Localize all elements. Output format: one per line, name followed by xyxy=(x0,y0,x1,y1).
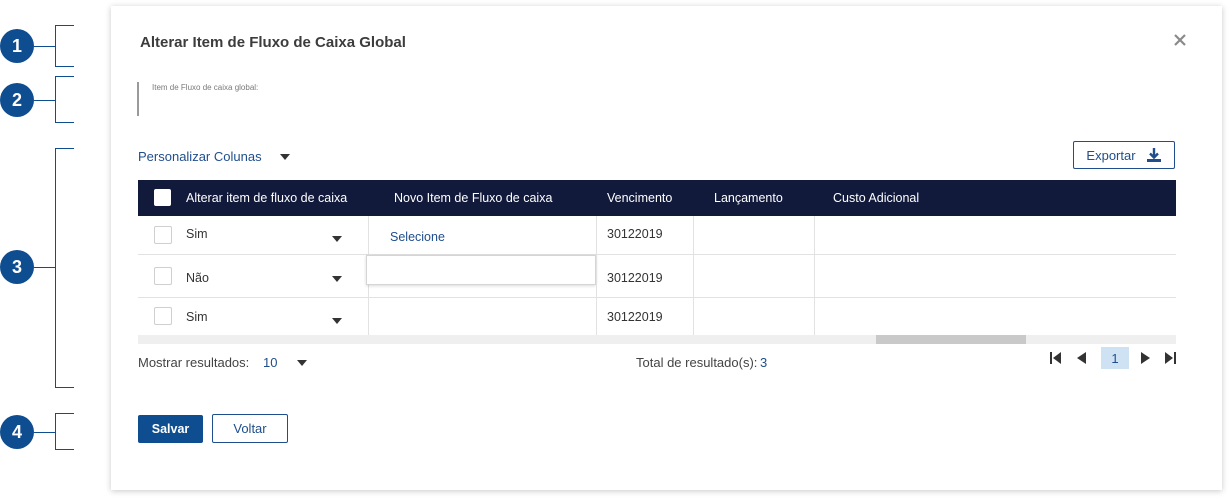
chevron-down-icon[interactable] xyxy=(332,276,342,282)
show-results-select[interactable]: 10 xyxy=(263,355,277,370)
annotation-bracket xyxy=(55,76,74,123)
scrollbar-thumb[interactable] xyxy=(876,335,1026,344)
data-table: Alterar item de fluxo de caixa Novo Item… xyxy=(138,180,1176,344)
select-all-checkbox[interactable] xyxy=(154,189,171,206)
annotation-connector xyxy=(34,100,55,101)
show-results-label: Mostrar resultados: xyxy=(138,355,250,370)
annotation-bracket xyxy=(55,148,74,388)
column-header[interactable]: Custo Adicional xyxy=(833,180,919,216)
first-page-icon[interactable] xyxy=(1048,351,1062,365)
horizontal-scrollbar[interactable] xyxy=(138,335,1176,344)
novo-item-select[interactable]: Selecione xyxy=(390,230,445,244)
chevron-down-icon[interactable] xyxy=(332,318,342,324)
annotation-marker-1: 1 xyxy=(0,29,34,63)
annotation-bracket xyxy=(55,413,74,450)
column-header[interactable]: Novo Item de Fluxo de caixa xyxy=(394,180,552,216)
previous-page-icon[interactable] xyxy=(1074,351,1088,365)
personalize-columns-label: Personalizar Colunas xyxy=(138,149,262,164)
close-icon[interactable] xyxy=(1174,30,1186,50)
chevron-down-icon[interactable] xyxy=(297,360,307,366)
annotation-marker-3: 3 xyxy=(0,250,34,284)
table-row: Não 30122019 xyxy=(138,255,1176,298)
last-page-icon[interactable] xyxy=(1163,351,1177,365)
field-label: Item de Fluxo de caixa global: xyxy=(152,83,259,92)
modal-dialog: Alterar Item de Fluxo de Caixa Global It… xyxy=(111,6,1222,490)
chevron-down-icon xyxy=(279,153,290,160)
modal-title: Alterar Item de Fluxo de Caixa Global xyxy=(140,34,406,51)
next-page-icon[interactable] xyxy=(1138,351,1152,365)
table-row: Sim 30122019 xyxy=(138,298,1176,335)
alterar-select-value[interactable]: Sim xyxy=(186,310,208,324)
novo-item-dropdown-menu[interactable] xyxy=(366,255,596,285)
annotation-bracket xyxy=(55,25,74,67)
annotation-marker-2: 2 xyxy=(0,83,34,117)
column-header[interactable]: Lançamento xyxy=(714,180,783,216)
row-checkbox[interactable] xyxy=(154,307,172,325)
export-button[interactable]: Exportar xyxy=(1073,141,1175,169)
back-button[interactable]: Voltar xyxy=(212,414,288,443)
annotation-connector xyxy=(34,267,55,268)
row-checkbox[interactable] xyxy=(154,267,172,285)
alterar-select-value[interactable]: Não xyxy=(186,271,209,285)
alterar-select-value[interactable]: Sim xyxy=(186,227,208,241)
row-checkbox[interactable] xyxy=(154,226,172,244)
download-icon xyxy=(1146,148,1161,162)
annotation-connector xyxy=(34,432,55,433)
export-label: Exportar xyxy=(1086,147,1136,163)
pagination: 1 xyxy=(1048,347,1177,369)
chevron-down-icon[interactable] xyxy=(332,236,342,242)
page-number[interactable]: 1 xyxy=(1101,347,1129,369)
total-results-value: 3 xyxy=(760,355,768,370)
total-results-label: Total de resultado(s): xyxy=(636,355,758,370)
annotation-marker-4: 4 xyxy=(0,415,34,449)
column-header[interactable]: Alterar item de fluxo de caixa xyxy=(186,180,347,216)
table-header: Alterar item de fluxo de caixa Novo Item… xyxy=(138,180,1176,216)
annotation-connector xyxy=(34,46,55,47)
table-row: Sim Selecione 30122019 xyxy=(138,216,1176,255)
vencimento-value: 30122019 xyxy=(607,271,663,285)
personalize-columns-dropdown[interactable]: Personalizar Colunas xyxy=(138,149,290,164)
field-indicator xyxy=(137,82,139,116)
vencimento-value: 30122019 xyxy=(607,227,663,241)
column-header[interactable]: Vencimento xyxy=(607,180,672,216)
save-button[interactable]: Salvar xyxy=(138,415,203,443)
vencimento-value: 30122019 xyxy=(607,310,663,324)
